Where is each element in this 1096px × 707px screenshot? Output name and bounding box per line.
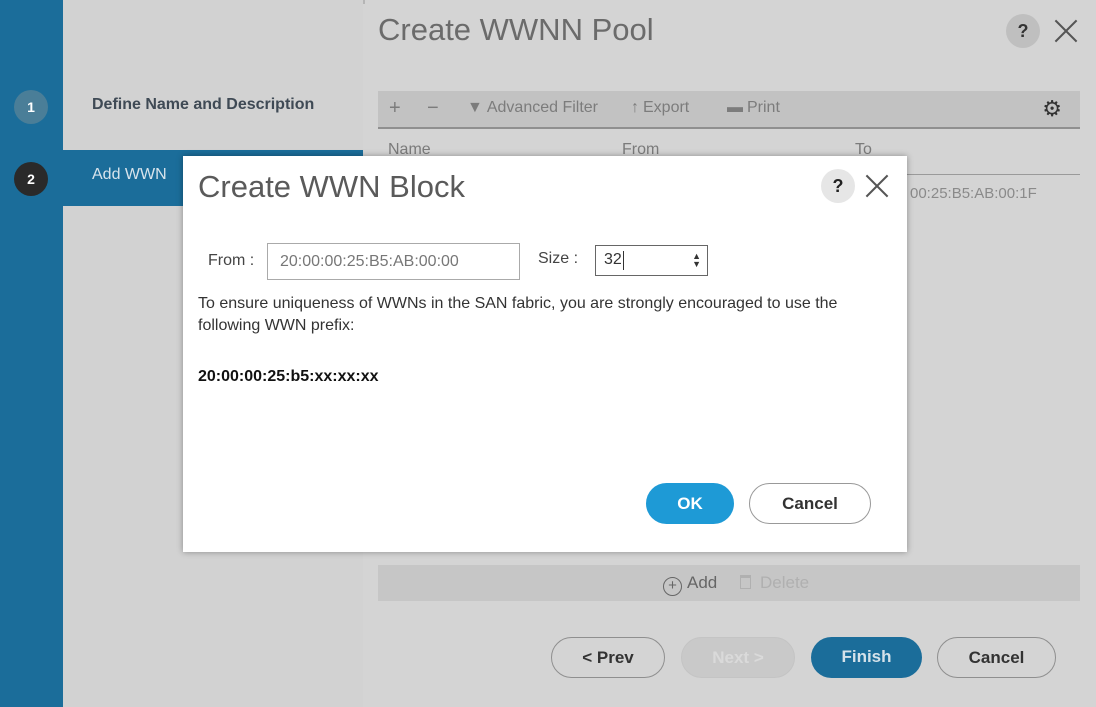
prev-button[interactable]: < Prev: [551, 637, 665, 678]
finish-button[interactable]: Finish: [811, 637, 922, 678]
help-icon[interactable]: ?: [1006, 14, 1040, 48]
next-button[interactable]: Next >: [681, 637, 795, 678]
table-toolbar: + − ▼ Advanced Filter ↑ Export ▬ Print ⚙: [378, 91, 1080, 129]
print-button[interactable]: ▬ Print: [727, 99, 780, 117]
remove-row-button[interactable]: −: [427, 97, 439, 120]
step-1-number[interactable]: 1: [14, 90, 48, 124]
add-row-button[interactable]: +: [389, 97, 401, 120]
dialog-close-icon[interactable]: [864, 173, 890, 199]
size-value: 32: [604, 251, 622, 268]
from-label: From :: [208, 252, 255, 269]
print-label: Print: [747, 99, 780, 116]
step-1-label[interactable]: Define Name and Description: [63, 82, 363, 148]
ok-button[interactable]: OK: [646, 483, 734, 524]
wizard-cancel-button[interactable]: Cancel: [937, 637, 1056, 678]
add-button[interactable]: + Add: [663, 573, 717, 596]
filter-icon: ▼: [467, 99, 483, 116]
create-wwn-block-dialog: Create WWN Block ? From : Size : 32 ▲▼ T…: [183, 156, 907, 552]
export-icon: ↑: [631, 99, 639, 116]
close-icon[interactable]: [1053, 18, 1079, 44]
size-stepper[interactable]: 32 ▲ ▼: [595, 245, 708, 276]
size-label: Size :: [538, 250, 579, 267]
dialog-help-icon[interactable]: ?: [821, 169, 855, 203]
advanced-filter-label: Advanced Filter: [486, 99, 599, 116]
print-icon: ▬: [727, 99, 743, 116]
delete-label: Delete: [760, 573, 810, 592]
dialog-title: Create WWN Block: [198, 169, 465, 204]
table-cell-to: 00:25:B5:AB:00:1F: [910, 185, 1037, 202]
add-circle-icon: +: [663, 577, 682, 596]
wizard-rail: 1 2: [0, 0, 63, 707]
export-button[interactable]: ↑ Export: [631, 99, 689, 117]
uniqueness-hint: To ensure uniqueness of WWNs in the SAN …: [198, 295, 838, 334]
dialog-cancel-button[interactable]: Cancel: [749, 483, 871, 524]
from-input[interactable]: [267, 243, 520, 280]
spinner-icon[interactable]: ▲ ▼: [692, 252, 701, 269]
add-delete-bar: + Add Delete: [378, 565, 1080, 601]
delete-button[interactable]: Delete: [740, 573, 809, 593]
text-caret: [623, 251, 624, 270]
step-2-number[interactable]: 2: [14, 162, 48, 196]
add-label: Add: [687, 573, 718, 592]
advanced-filter-button[interactable]: ▼ Advanced Filter: [467, 99, 598, 117]
trash-icon: [740, 575, 751, 589]
page-title: Create WWNN Pool: [378, 12, 654, 47]
export-label: Export: [643, 99, 690, 116]
wwn-prefix: 20:00:00:25:b5:xx:xx:xx: [198, 368, 379, 385]
gear-icon[interactable]: ⚙: [1042, 96, 1062, 122]
